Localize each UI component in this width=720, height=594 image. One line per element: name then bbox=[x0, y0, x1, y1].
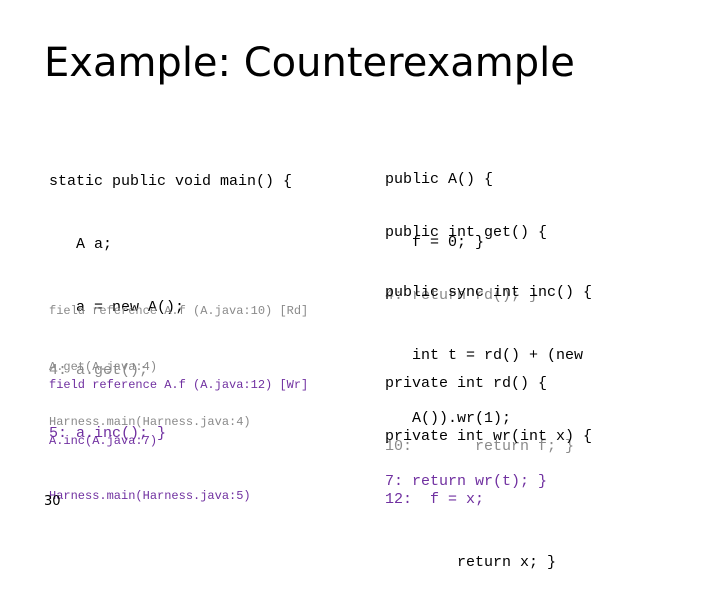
code-line: return x; } bbox=[385, 554, 557, 571]
code-line: A a; bbox=[49, 236, 113, 253]
trace-line: field reference A.f (A.java:12) [Wr] bbox=[49, 378, 309, 392]
trace-line: field reference A.f (A.java:10) [Rd] bbox=[49, 304, 309, 318]
code-line: static public void main() { bbox=[49, 173, 293, 190]
code-line: private int wr(int x) { bbox=[385, 428, 593, 445]
trace-line: A.inc(A.java:7) bbox=[49, 433, 158, 448]
slide-number: 30 bbox=[44, 494, 61, 509]
code-line: public sync int inc() { bbox=[385, 284, 593, 301]
code-line-write: 12: f = x; bbox=[385, 491, 485, 508]
trace-line: Harness.main(Harness.java:5) bbox=[49, 489, 251, 503]
slide-title: Example: Counterexample bbox=[44, 40, 575, 86]
write-trace: field reference A.f (A.java:12) [Wr] A.i… bbox=[49, 339, 308, 524]
wr-method-code: private int wr(int x) { 12: f = x; retur… bbox=[385, 384, 592, 594]
